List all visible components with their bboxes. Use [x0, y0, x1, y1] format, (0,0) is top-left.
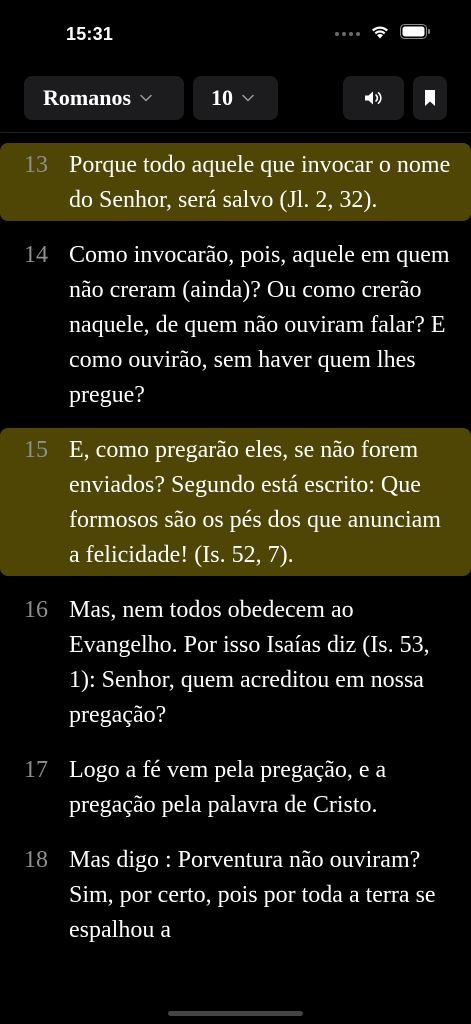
- verse-18[interactable]: 18 Mas digo : Porventura não ouviram? Si…: [0, 838, 471, 951]
- verse-text: Mas digo : Porventura não ouviram? Sim, …: [69, 847, 436, 943]
- verse-17[interactable]: 17 Logo a fé vem pela pregação, e a preg…: [0, 748, 471, 826]
- verse-number: 17: [24, 757, 48, 783]
- bookmark-button[interactable]: [413, 76, 447, 120]
- home-indicator[interactable]: [168, 1011, 303, 1016]
- verse-16[interactable]: 16 Mas, nem todos obedecem ao Evangelho.…: [0, 588, 471, 736]
- speaker-icon: [364, 90, 384, 106]
- wifi-icon: [370, 24, 390, 39]
- cellular-signal-icon: [335, 31, 360, 36]
- verse-text: Como invocarão, pois, aquele em quem não…: [69, 242, 450, 408]
- book-selector[interactable]: Romanos: [24, 76, 184, 120]
- verse-text: Porque todo aquele que invocar o nome do…: [69, 152, 451, 213]
- verse-number: 18: [24, 847, 48, 873]
- verse-text: E, como pregarão eles, se não forem envi…: [69, 437, 441, 568]
- verse-list: 13 Porque todo aquele que invocar o nome…: [0, 143, 471, 963]
- bookmark-icon: [424, 89, 436, 107]
- status-icons: [335, 24, 431, 39]
- verse-number: 13: [24, 152, 48, 178]
- verse-number: 14: [24, 242, 48, 268]
- chevron-down-icon: [140, 94, 152, 102]
- verse-number: 16: [24, 597, 48, 623]
- book-label: Romanos: [43, 85, 132, 110]
- chevron-down-icon: [242, 94, 254, 102]
- verse-13[interactable]: 13 Porque todo aquele que invocar o nome…: [0, 143, 471, 221]
- verse-15[interactable]: 15 E, como pregarão eles, se não forem e…: [0, 428, 471, 576]
- battery-icon: [400, 24, 431, 39]
- verse-text: Mas, nem todos obedecem ao Evangelho. Po…: [69, 597, 430, 728]
- verse-number: 15: [24, 437, 48, 463]
- chapter-selector[interactable]: 10: [193, 76, 278, 120]
- verse-14[interactable]: 14 Como invocarão, pois, aquele em quem …: [0, 233, 471, 416]
- audio-button[interactable]: [343, 76, 404, 120]
- verse-text: Logo a fé vem pela pregação, e a pregaçã…: [69, 757, 387, 818]
- chapter-label: 10: [211, 85, 233, 110]
- status-bar: 15:31: [0, 0, 471, 60]
- toolbar-divider: [0, 132, 471, 133]
- toolbar: Romanos 10: [0, 76, 471, 120]
- status-time: 15:31: [66, 24, 114, 44]
